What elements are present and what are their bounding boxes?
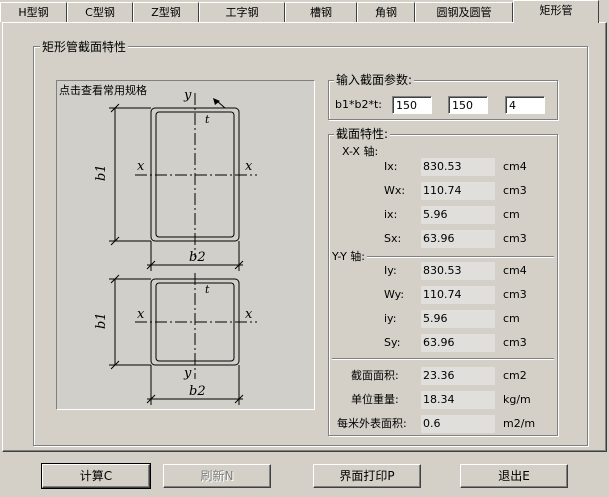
param-label: b1*b2*t:: [335, 98, 382, 111]
weight-label: 单位重量:: [351, 393, 399, 406]
bottom-b2-label: b2: [189, 384, 206, 399]
tab-rect-tube[interactable]: 矩形管: [513, 0, 599, 23]
bottom-x-label-right: x: [245, 307, 253, 322]
tab-round[interactable]: 圆钢及圆管: [415, 2, 513, 22]
xx-axis-title: X-X 轴:: [342, 145, 379, 158]
iy-radius-unit: cm: [503, 312, 520, 325]
wx-label: Wx:: [384, 184, 406, 197]
sy-label: Sy:: [384, 336, 401, 349]
top-t-label: t: [205, 113, 210, 126]
ix-value: 830.53: [421, 158, 495, 176]
ix-unit: cm4: [503, 160, 527, 173]
tab-h-steel[interactable]: H型钢: [0, 2, 67, 22]
yy-extra-divider: [332, 358, 554, 360]
top-b2-label: b2: [189, 250, 206, 265]
wx-value: 110.74: [421, 182, 495, 200]
sx-unit: cm3: [503, 232, 527, 245]
ix-radius-label: ix:: [384, 208, 398, 221]
print-button[interactable]: 界面打印P: [313, 464, 421, 488]
iy-radius-label: iy:: [384, 312, 397, 325]
tab-angle[interactable]: 角钢: [357, 2, 415, 22]
iy-radius-value: 5.96: [421, 310, 495, 328]
top-b1-label: b1: [94, 164, 109, 181]
weight-unit: kg/m: [503, 393, 531, 406]
wy-unit: cm3: [503, 288, 527, 301]
exit-button[interactable]: 退出E: [460, 464, 568, 488]
tab-z-steel[interactable]: Z型钢: [133, 2, 199, 22]
section-figure[interactable]: 点击查看常用规格 y x x t b1 b2 x x t y b1 b2: [56, 80, 315, 410]
t-input[interactable]: [505, 96, 545, 114]
tab-bar: H型钢 C型钢 Z型钢 工字钢 槽钢 角钢 圆钢及圆管 矩形管: [0, 0, 609, 24]
b1-input[interactable]: [392, 96, 432, 114]
yy-axis-title: Y-Y 轴:: [330, 250, 367, 264]
iy-unit: cm4: [503, 264, 527, 277]
top-x-label-left: x: [137, 159, 145, 174]
top-x-label-right: x: [245, 159, 253, 174]
ix-label: Ix:: [384, 160, 398, 173]
ix-radius-unit: cm: [503, 208, 520, 221]
bottom-x-label-left: x: [137, 307, 145, 322]
tab-i-beam[interactable]: 工字钢: [199, 2, 285, 22]
surface-area-value: 0.6: [421, 415, 495, 433]
tab-channel[interactable]: 槽钢: [285, 2, 357, 22]
weight-value: 18.34: [421, 391, 495, 409]
area-unit: cm2: [503, 369, 527, 382]
sx-value: 63.96: [421, 230, 495, 248]
tab-c-steel[interactable]: C型钢: [67, 2, 133, 22]
rect-tube-diagram: y x x t b1 b2 x x t y b1 b2: [94, 88, 257, 405]
b2-input[interactable]: [448, 96, 488, 114]
input-group-title: 输入截面参数:: [334, 73, 415, 87]
area-label: 截面面积:: [351, 369, 399, 382]
wx-unit: cm3: [503, 184, 527, 197]
main-group-title: 矩形管截面特性: [40, 40, 129, 54]
sy-value: 63.96: [421, 334, 495, 352]
area-value: 23.36: [421, 367, 495, 385]
t-arrowhead: [213, 98, 220, 105]
surface-area-label: 每米外表面积:: [337, 417, 407, 430]
wy-value: 110.74: [421, 286, 495, 304]
bottom-b1-label: b1: [94, 312, 109, 329]
iy-value: 830.53: [421, 262, 495, 280]
wy-label: Wy:: [384, 288, 405, 301]
surface-area-unit: m2/m: [503, 417, 536, 430]
sx-label: Sx:: [384, 232, 402, 245]
bottom-y-label: y: [183, 366, 192, 381]
props-group-title: 截面特性:: [334, 127, 391, 141]
bottom-t-label: t: [205, 283, 210, 296]
sy-unit: cm3: [503, 336, 527, 349]
iy-label: Iy:: [384, 264, 397, 277]
figure-background: 点击查看常用规格 y x x t b1 b2 x x t y b1 b2: [57, 81, 314, 409]
ix-radius-value: 5.96: [421, 206, 495, 224]
top-y-label: y: [183, 88, 192, 103]
refresh-button[interactable]: 刷新N: [163, 464, 271, 488]
calculate-button[interactable]: 计算C: [41, 463, 151, 489]
